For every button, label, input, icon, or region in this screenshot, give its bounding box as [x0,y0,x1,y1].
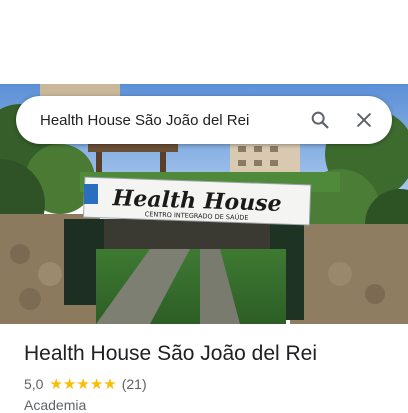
star-rating: ★ ★ ★ ★ ★ [49,377,116,392]
star-icon: ★ [89,375,104,393]
place-info-panel: Health House São João del Rei 5,0 ★ ★ ★ … [0,324,408,413]
star-icon: ★ [49,375,63,393]
review-count[interactable]: (21) [122,376,147,392]
place-category: Academia [24,397,87,413]
map-top-area [0,0,408,84]
star-icon: ★ [76,375,90,393]
search-icon[interactable] [298,98,342,142]
star-icon: ★ [62,375,77,393]
search-input[interactable]: Health House São João del Rei [40,112,298,129]
place-title: Health House São João del Rei [24,342,318,365]
star-icon: ★ [103,375,117,393]
rating-row[interactable]: 5,0 ★ ★ ★ ★ ★ (21) [24,376,147,392]
rating-value: 5,0 [24,376,44,392]
close-icon[interactable] [342,98,386,142]
search-bar[interactable]: Health House São João del Rei [16,96,392,144]
